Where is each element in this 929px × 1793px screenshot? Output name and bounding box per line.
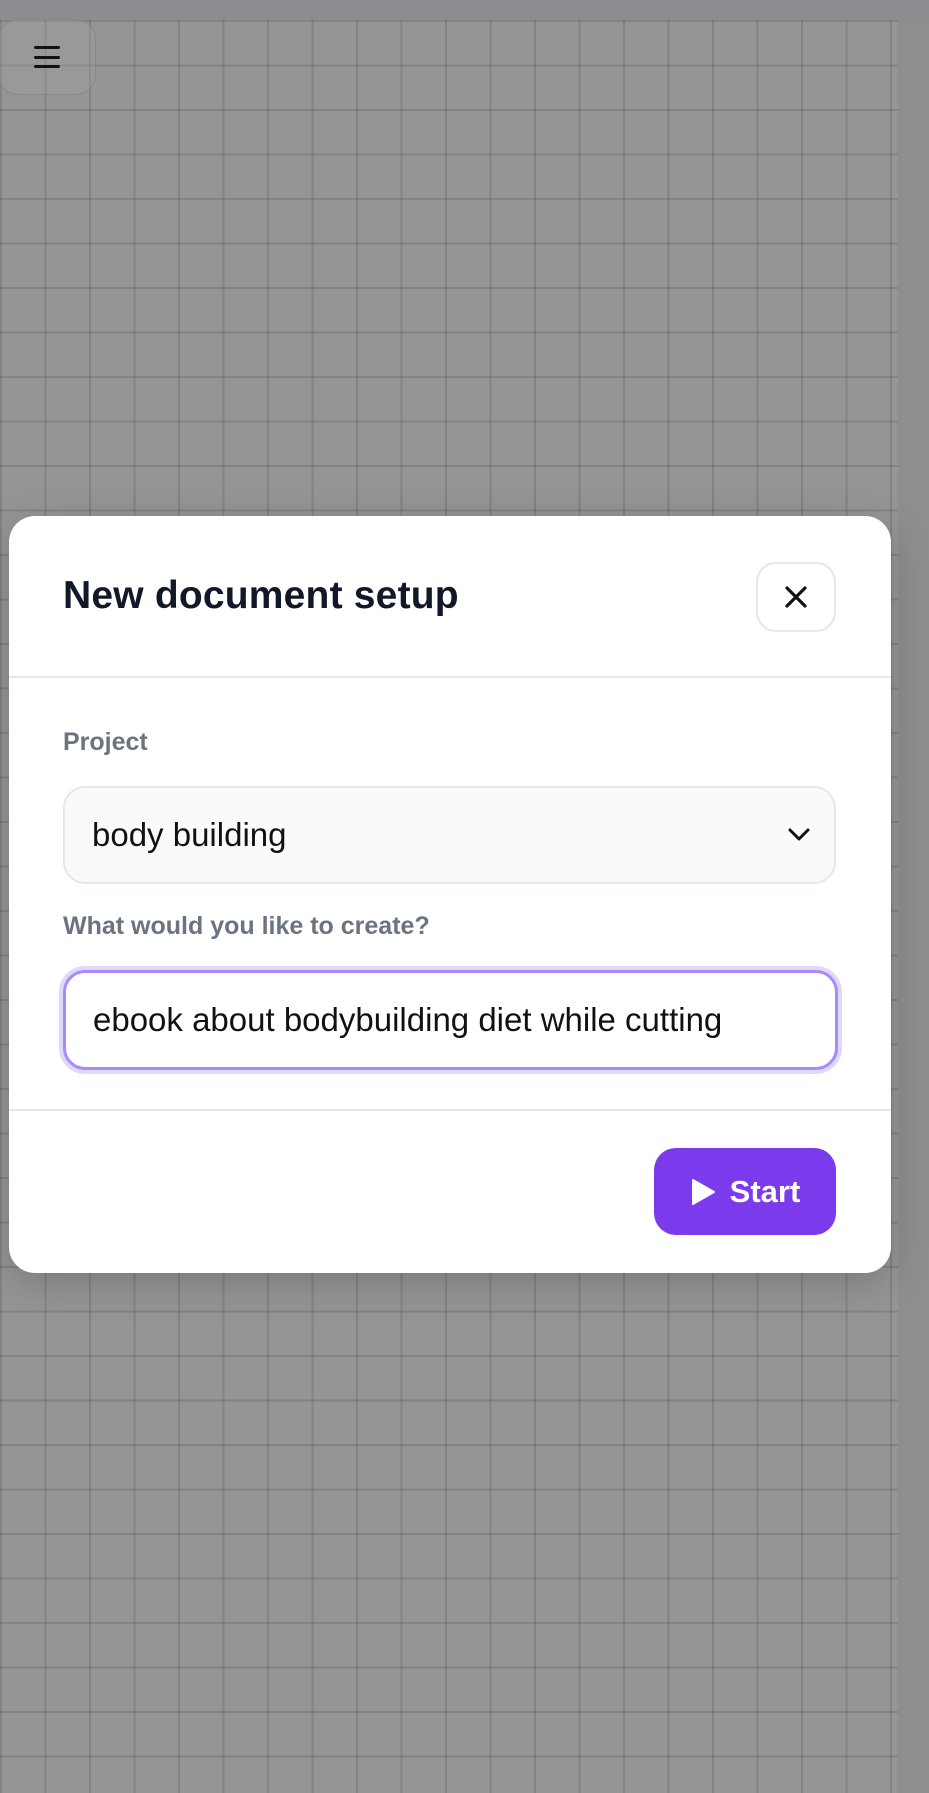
- create-input[interactable]: [63, 970, 838, 1070]
- project-select-value: body building: [92, 816, 287, 853]
- new-document-modal: New document setup Project body building…: [9, 516, 891, 1273]
- create-label: What would you like to create?: [63, 912, 430, 940]
- canvas-scrollbar-track: [898, 20, 929, 1793]
- close-button[interactable]: [756, 562, 836, 632]
- modal-title: New document setup: [63, 574, 459, 617]
- modal-footer: Start: [9, 1111, 891, 1271]
- start-button-label: Start: [729, 1173, 801, 1209]
- project-select[interactable]: body building: [63, 786, 836, 884]
- hamburger-menu-icon: [34, 46, 60, 68]
- project-label: Project: [63, 728, 148, 756]
- modal-header: New document setup: [9, 516, 891, 678]
- chevron-down-icon: [788, 828, 810, 841]
- menu-button[interactable]: [0, 19, 96, 95]
- close-icon: [785, 586, 807, 608]
- start-button[interactable]: Start: [654, 1148, 836, 1235]
- top-bar: [0, 0, 929, 20]
- play-icon: [691, 1178, 715, 1205]
- modal-body: Project body building What would you lik…: [9, 678, 891, 1111]
